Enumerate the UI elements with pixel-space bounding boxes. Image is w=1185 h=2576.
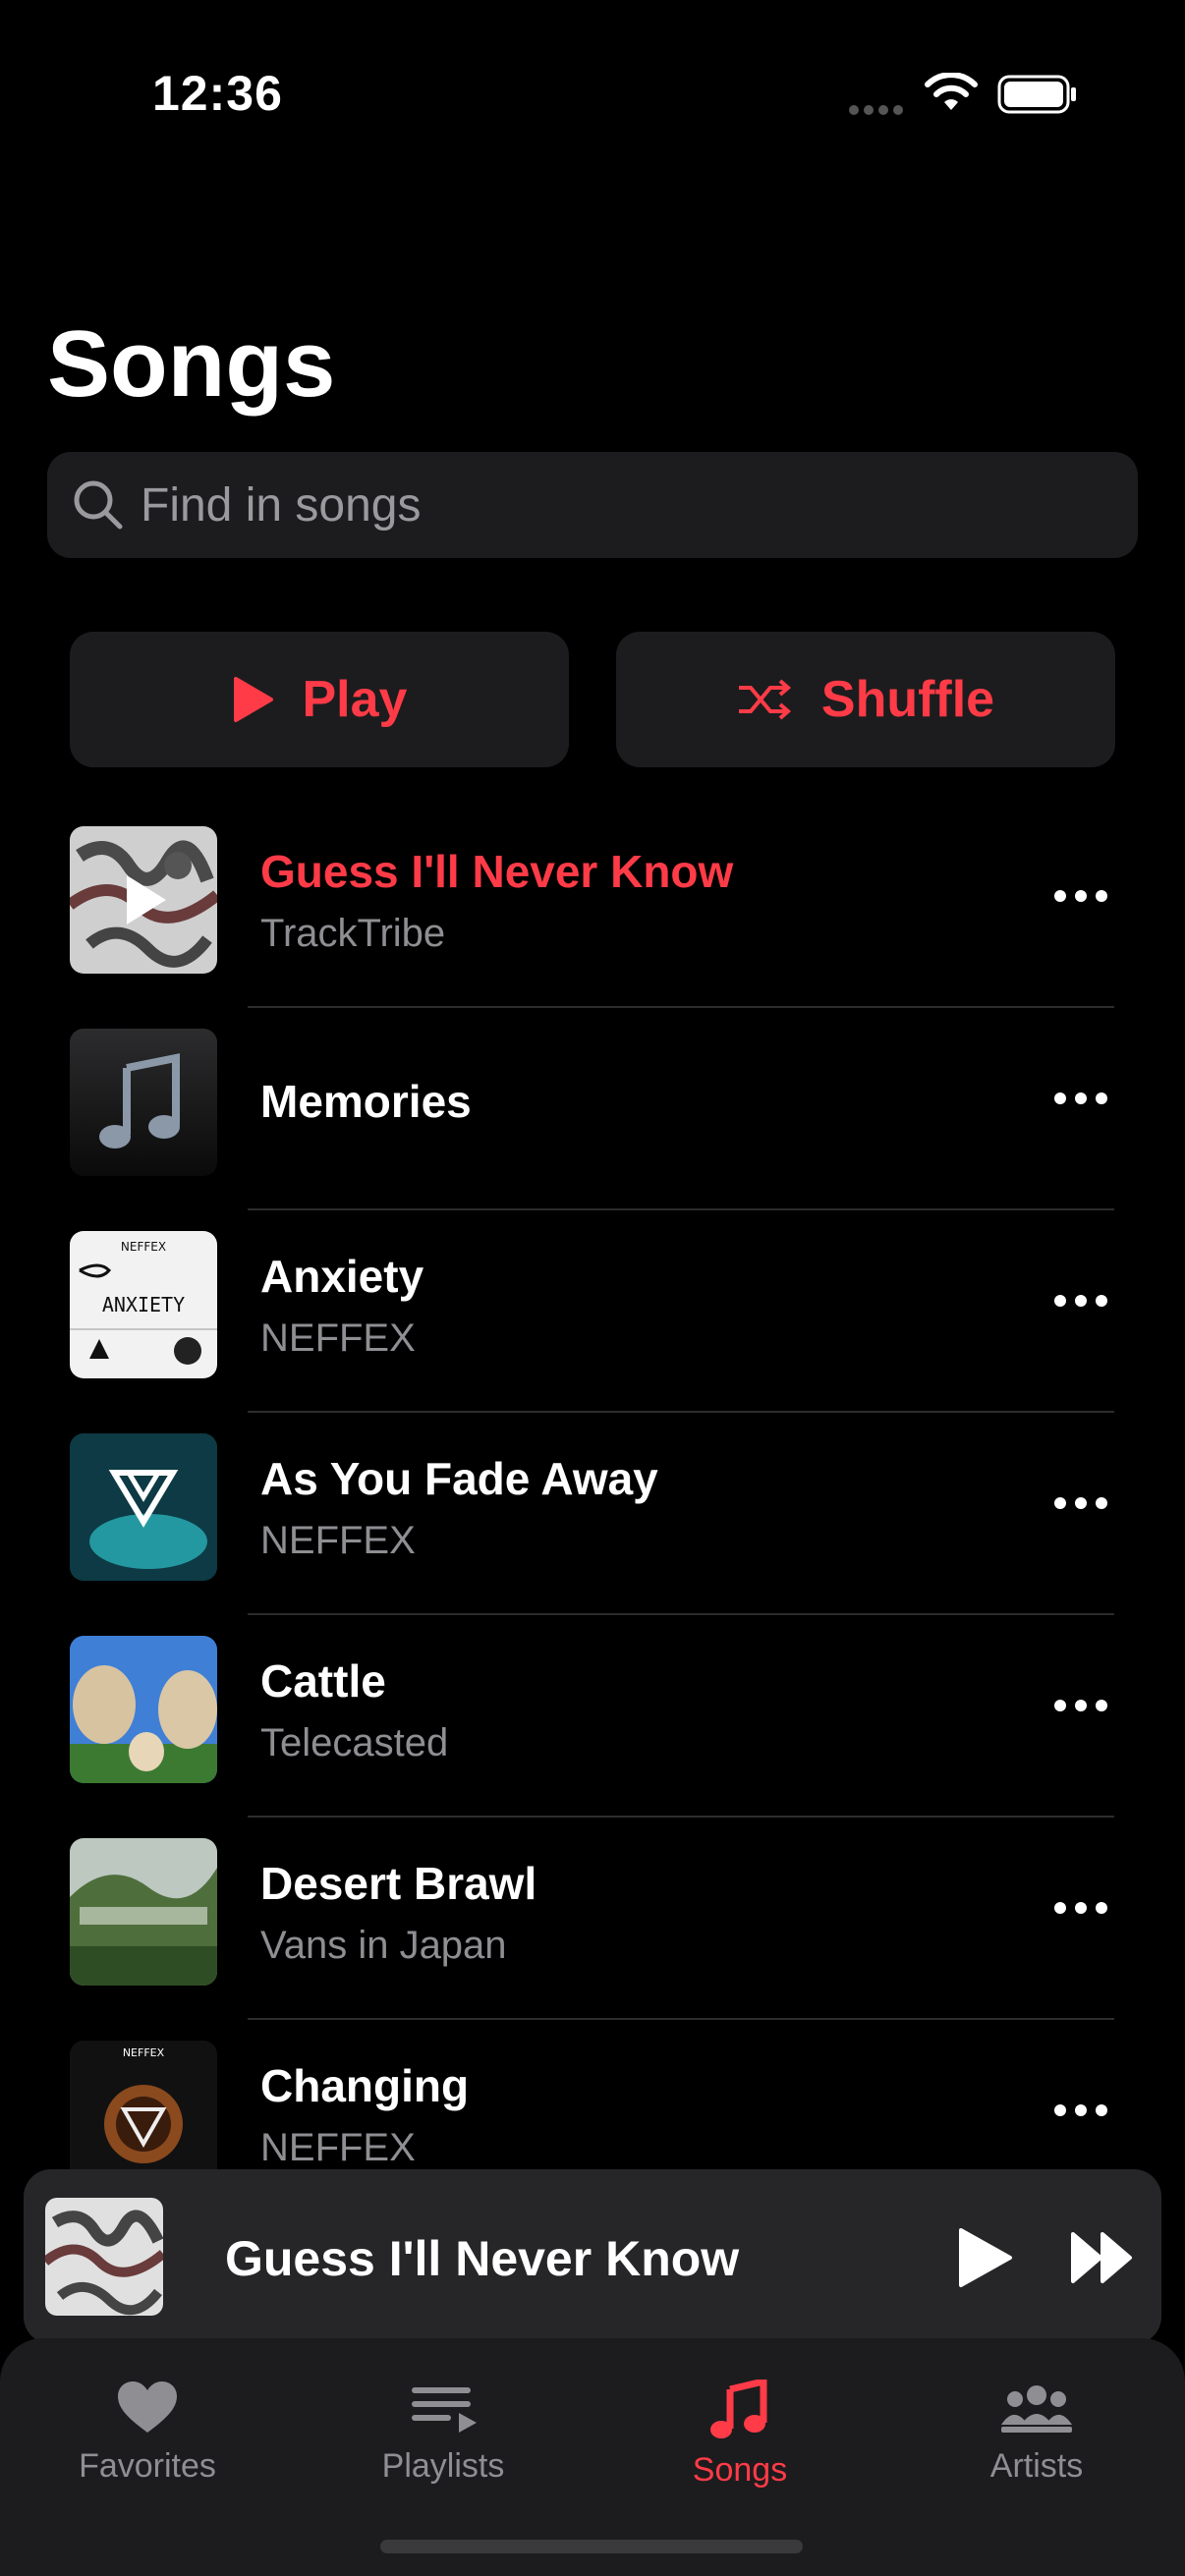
more-options-icon[interactable] [1051,1089,1110,1108]
music-note-icon [710,2377,767,2438]
song-title: Cattle [260,1655,386,1707]
song-row[interactable]: Memories [0,1008,1185,1210]
song-artist: Vans in Japan [260,1924,507,1967]
shuffle-button[interactable]: Shuffle [616,632,1115,767]
playlist-icon [412,2387,477,2433]
tab-favorites[interactable]: Favorites [29,2380,265,2486]
play-icon [233,677,273,722]
album-art [70,1838,217,1986]
wifi-icon [925,73,978,110]
mini-player-art [45,2198,163,2316]
more-options-icon[interactable] [1051,1696,1110,1715]
search-icon [74,480,123,530]
song-title: Desert Brawl [260,1858,537,1909]
song-row[interactable]: Cattle Telecasted [0,1615,1185,1818]
more-options-icon[interactable] [1051,1291,1110,1311]
search-input[interactable]: Find in songs [141,478,422,532]
song-title: As You Fade Away [260,1453,658,1504]
page-title: Songs [47,311,336,417]
heart-icon [118,2381,177,2433]
search-bar[interactable]: Find in songs [47,452,1138,558]
more-options-icon[interactable] [1051,886,1110,906]
svg-text:NEFFEX: NEFFEX [123,2046,165,2059]
tab-label: Playlists [381,2447,505,2485]
battery-icon [997,75,1076,114]
people-icon [1001,2385,1072,2433]
more-options-icon[interactable] [1051,1493,1110,1513]
more-options-icon[interactable] [1051,1898,1110,1918]
song-title: Changing [260,2060,470,2111]
music-note-icon [99,1053,180,1148]
tab-label: Songs [692,2451,788,2489]
album-art [70,1433,217,1581]
album-art [70,826,217,974]
status-bar: 12:36 [0,0,1185,196]
album-art: NEFFEX [70,2041,217,2171]
song-artist: NEFFEX [260,1519,416,1562]
song-list[interactable]: Guess I'll Never Know TrackTribe Memorie… [0,806,1185,2171]
song-artist: NEFFEX [260,1316,416,1360]
song-row[interactable]: NEFFEX ANXIETY Anxiety NEFFEX [0,1210,1185,1413]
song-row[interactable]: Desert Brawl Vans in Japan [0,1818,1185,2020]
tab-artists[interactable]: Artists [919,2380,1155,2486]
shuffle-label: Shuffle [820,671,995,728]
shuffle-icon [738,679,791,720]
song-title: Anxiety [260,1251,424,1302]
home-indicator [380,2540,803,2553]
tab-playlists[interactable]: Playlists [325,2380,561,2486]
album-art-placeholder [70,1029,217,1176]
song-title: Memories [260,1076,472,1127]
tab-label: Favorites [79,2447,216,2485]
tab-bar: Favorites Playlists Songs Artists [0,2338,1185,2576]
song-row[interactable]: Guess I'll Never Know TrackTribe [0,806,1185,1008]
signal-dots-icon [849,105,903,115]
play-button[interactable]: Play [70,632,569,767]
svg-text:ANXIETY: ANXIETY [102,1293,185,1316]
more-options-icon[interactable] [1051,2100,1110,2120]
mini-player[interactable]: Guess I'll Never Know [24,2169,1161,2344]
song-row[interactable]: NEFFEX Changing NEFFEX [0,2020,1185,2171]
mini-play-icon[interactable] [955,2226,1014,2289]
mini-player-title: Guess I'll Never Know [225,2231,740,2286]
tab-label: Artists [989,2447,1084,2485]
svg-text:NEFFEX: NEFFEX [121,1240,166,1254]
play-label: Play [302,671,408,728]
skip-forward-icon[interactable] [1069,2230,1136,2285]
song-row[interactable]: As You Fade Away NEFFEX [0,1413,1185,1615]
song-artist: Telecasted [260,1721,449,1764]
tab-songs[interactable]: Songs [622,2377,858,2490]
song-artist: TrackTribe [260,912,446,955]
song-artist: NEFFEX [260,2126,416,2169]
status-time: 12:36 [152,66,283,121]
album-art [70,1636,217,1783]
album-art: NEFFEX ANXIETY [70,1231,217,1378]
song-title: Guess I'll Never Know [260,846,734,897]
